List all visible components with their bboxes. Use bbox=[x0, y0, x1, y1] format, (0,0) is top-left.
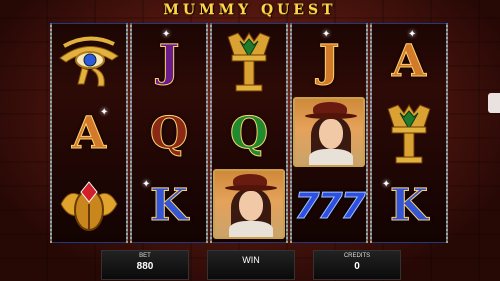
bet-label: BET bbox=[139, 253, 151, 259]
sparkle-icon: ✦ bbox=[162, 29, 171, 40]
scarab-icon bbox=[60, 181, 118, 231]
lotus-amulet-icon bbox=[227, 32, 271, 92]
sparkle-icon: ✦ bbox=[142, 179, 151, 190]
game-title: MUMMY QUEST bbox=[163, 2, 337, 18]
explorer-woman-icon bbox=[293, 97, 365, 167]
bet-value: 880 bbox=[136, 261, 154, 272]
symbol-q: Q bbox=[149, 108, 189, 159]
credits-label: CREDITS bbox=[343, 253, 371, 259]
lotus-amulet-symbol bbox=[212, 27, 286, 97]
sparkle-icon: ✦ bbox=[382, 179, 391, 190]
sparkle-icon: ✦ bbox=[322, 29, 331, 40]
lotus-amulet-symbol bbox=[372, 99, 446, 169]
scarab-symbol bbox=[52, 171, 126, 241]
reel-3: Q bbox=[210, 23, 288, 243]
lotus-amulet-icon bbox=[387, 104, 431, 164]
credits-value: 0 bbox=[354, 261, 360, 272]
explorer-woman-symbol bbox=[212, 169, 286, 239]
credits-panel: CREDITS 0 bbox=[313, 250, 401, 280]
reel-area[interactable]: A ✦ J ✦ Q K ✦ Q J ✦ 777 A ✦ K ✦ bbox=[50, 23, 451, 243]
symbol-j: J ✦ bbox=[158, 29, 180, 87]
bet-panel[interactable]: BET 880 bbox=[101, 250, 189, 280]
symbol-j: J ✦ bbox=[318, 29, 340, 87]
sparkle-icon: ✦ bbox=[100, 107, 109, 118]
symbol-a: A ✦ bbox=[71, 107, 109, 159]
symbol-a: A ✦ bbox=[391, 29, 427, 87]
win-label: WIN bbox=[242, 255, 260, 265]
win-panel: WIN bbox=[207, 250, 295, 280]
symbol-k: K ✦ bbox=[142, 179, 189, 231]
reel-5: A ✦ K ✦ bbox=[370, 23, 448, 243]
symbol-q: Q bbox=[229, 108, 269, 159]
symbol-777: 777 bbox=[294, 185, 366, 227]
eye-of-horus-icon bbox=[59, 36, 119, 87]
explorer-woman-icon bbox=[213, 169, 285, 239]
reel-4: J ✦ 777 bbox=[290, 23, 368, 243]
side-menu-tab[interactable] bbox=[488, 93, 500, 113]
reel-2: J ✦ Q K ✦ bbox=[130, 23, 208, 243]
eye-of-horus-symbol bbox=[52, 27, 126, 97]
symbol-k: K ✦ bbox=[382, 179, 429, 231]
sparkle-icon: ✦ bbox=[408, 29, 417, 40]
explorer-woman-symbol bbox=[292, 97, 366, 167]
reel-1: A ✦ bbox=[50, 23, 128, 243]
